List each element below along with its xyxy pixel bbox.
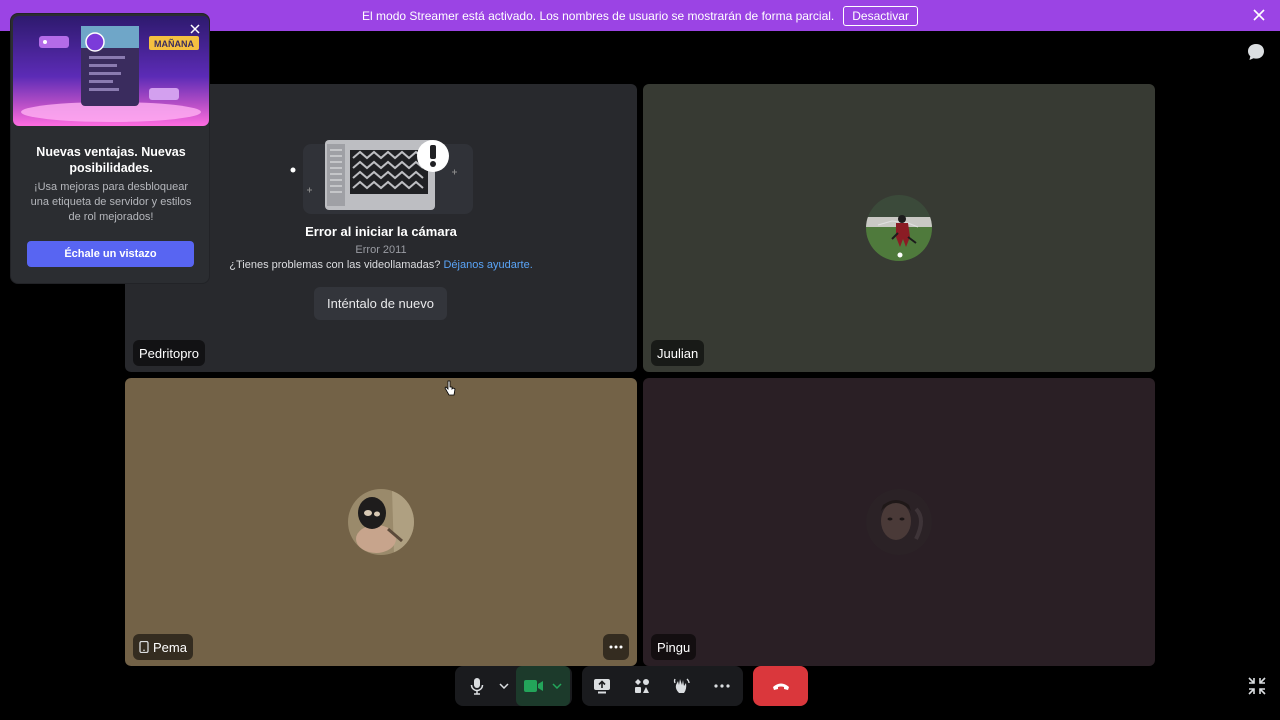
soundboard-icon — [673, 678, 690, 693]
participant-name: Juulian — [657, 345, 699, 361]
participant-name: Pedritopro — [139, 345, 199, 361]
share-screen-button[interactable] — [582, 666, 622, 706]
audio-video-controls — [455, 666, 572, 706]
perks-promo-popup: MAÑANA Nuevas ventajas. Nuevas posibilid… — [10, 13, 210, 284]
help-text: ¿Tienes problemas con las videollamadas? — [229, 259, 441, 271]
camera-button[interactable] — [516, 666, 570, 706]
hand-cursor-icon — [444, 380, 456, 396]
more-actions-button[interactable] — [702, 666, 742, 706]
video-tile-pema[interactable]: Pema — [125, 378, 637, 666]
hang-up-icon — [772, 683, 789, 690]
microphone-button[interactable] — [457, 666, 497, 706]
exit-fullscreen-icon[interactable] — [1248, 677, 1266, 695]
screen-share-icon — [594, 679, 610, 694]
disconnect-button[interactable] — [753, 666, 808, 706]
chevron-down-icon — [552, 683, 562, 689]
participant-name: Pema — [153, 639, 187, 655]
avatar — [348, 489, 414, 555]
retry-camera-button[interactable]: Inténtalo de nuevo — [314, 287, 447, 320]
ellipsis-icon — [609, 645, 623, 649]
participant-name-tag: Pema — [133, 634, 193, 660]
help-link[interactable]: Déjanos ayudarte. — [443, 259, 532, 271]
avatar — [866, 489, 932, 555]
chat-icon[interactable] — [1246, 42, 1266, 62]
ellipsis-icon — [714, 684, 730, 688]
promo-artwork: MAÑANA — [21, 26, 201, 122]
activity-controls — [582, 666, 743, 706]
promo-illustration: MAÑANA — [13, 16, 209, 126]
popup-title: Nuevas ventajas. Nuevas posibilidades. — [36, 145, 186, 175]
activities-icon — [635, 679, 649, 693]
check-it-out-button[interactable]: Échale un vistazo — [27, 241, 194, 267]
video-tile-juulian[interactable]: Juulian — [643, 84, 1155, 372]
participant-name-tag: Pedritopro — [133, 340, 205, 366]
close-icon[interactable] — [1252, 8, 1266, 22]
participant-name-tag: Juulian — [651, 340, 705, 366]
banner-message: El modo Streamer está activado. Los nomb… — [362, 8, 835, 23]
chevron-down-icon — [499, 683, 509, 689]
video-camera-icon — [524, 680, 543, 692]
microphone-options-button[interactable] — [497, 666, 511, 706]
camera-error-illustration — [290, 140, 473, 214]
video-tile-pingu[interactable]: Pingu — [643, 378, 1155, 666]
activities-button[interactable] — [622, 666, 662, 706]
disable-streamer-mode-button[interactable]: Desactivar — [843, 5, 918, 26]
promo-badge-text: MAÑANA — [154, 39, 194, 49]
microphone-icon — [470, 678, 484, 695]
soundboard-button[interactable] — [662, 666, 702, 706]
participant-name-tag: Pingu — [651, 634, 697, 660]
more-options-button[interactable] — [603, 634, 629, 660]
popup-description: ¡Usa mejoras para desbloquear una etique… — [30, 181, 192, 223]
avatar — [866, 195, 932, 261]
mobile-icon — [139, 641, 149, 653]
participant-name: Pingu — [657, 639, 691, 655]
close-popup-icon[interactable] — [188, 22, 202, 36]
